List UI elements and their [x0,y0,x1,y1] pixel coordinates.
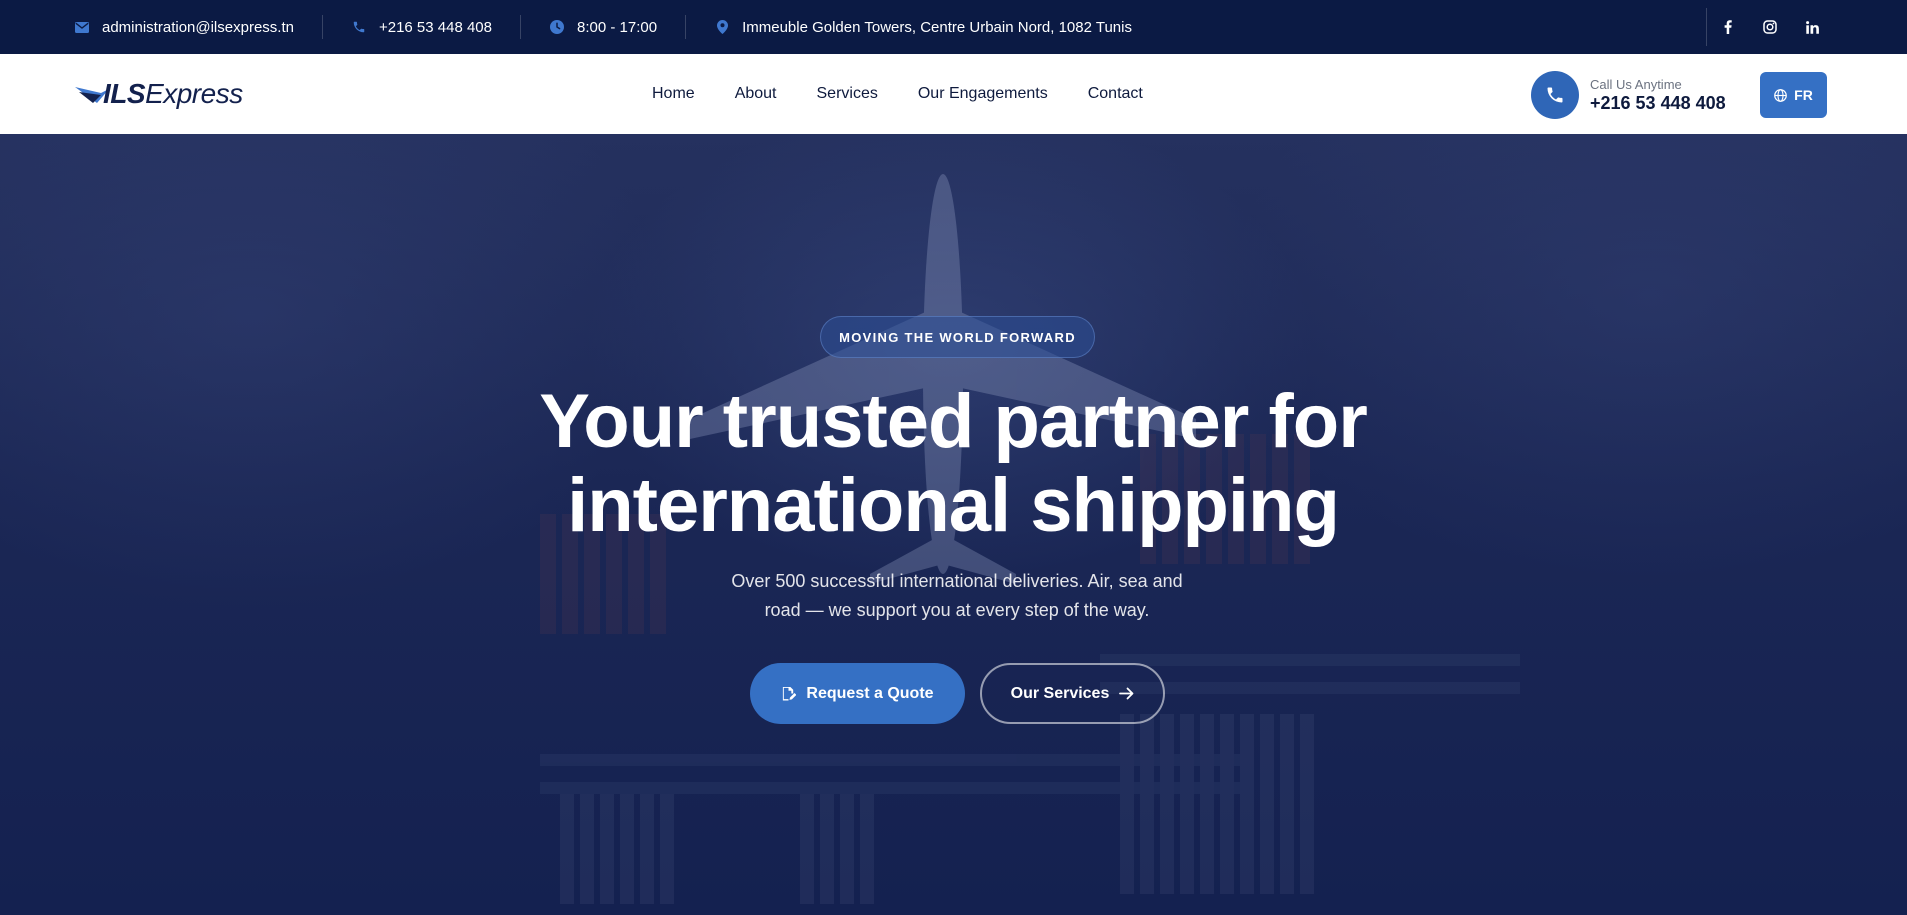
topbar-phone[interactable]: +216 53 448 408 [351,0,492,54]
nav-our-engagements[interactable]: Our Engagements [918,85,1048,103]
phone-icon [351,19,367,35]
topbar-hours: 8:00 - 17:00 [549,0,657,54]
hero-badge: MOVING THE WORLD FORWARD [820,316,1095,358]
request-quote-button[interactable]: Request a Quote [750,663,965,724]
nav-home[interactable]: Home [652,85,695,103]
arrow-right-icon [1119,687,1134,700]
hero-subtitle: Over 500 successful international delive… [731,571,1183,620]
topbar-phone-text: +216 53 448 408 [378,18,492,36]
topbar-address: Immeuble Golden Towers, Centre Urbain No… [714,0,1132,54]
topbar-divider [321,15,323,39]
map-pin-icon [714,19,730,35]
language-switch-button[interactable]: FR [1760,72,1827,118]
logo-text: ILSExpress [103,78,243,109]
ils-express-logo[interactable]: ILSExpress [75,72,250,116]
topbar-divider [685,15,687,39]
instagram-icon[interactable] [1749,0,1791,54]
topbar-email[interactable]: administration@ilsexpress.tn [74,0,294,54]
request-quote-label: Request a Quote [806,684,934,702]
envelope-icon [74,19,90,35]
nav-services[interactable]: Services [817,85,878,103]
topbar-divider [520,15,521,39]
our-services-label: Our Services [1010,684,1110,702]
call-us-block[interactable]: Call Us Anytime +216 53 448 408 [1531,71,1726,119]
topbar-email-text: administration@ilsexpress.tn [102,18,294,36]
nav-contact[interactable]: Contact [1088,85,1143,103]
call-label: Call Us Anytime [1590,76,1682,92]
linkedin-icon[interactable] [1791,0,1833,54]
social-links [1706,0,1833,54]
call-text: Call Us Anytime +216 53 448 408 [1590,77,1726,114]
our-services-button[interactable]: Our Services [980,663,1165,724]
call-number: +216 53 448 408 [1590,92,1726,113]
nav-about[interactable]: About [735,85,777,103]
top-info-bar: administration@ilsexpress.tn +216 53 448… [0,0,1907,54]
hero-title-line-1: Your trusted partner for [539,379,1368,464]
topbar-hours-text: 8:00 - 17:00 [577,18,658,36]
facebook-icon[interactable] [1707,0,1749,54]
topbar-address-text: Immeuble Golden Towers, Centre Urbain No… [742,18,1132,36]
main-header: ILSExpress Home About Services Our Engag… [0,54,1907,134]
phone-circle-icon [1531,71,1579,119]
hero-title: Your trusted partner for international s… [453,380,1453,548]
main-nav: Home About Services Our Engagements Cont… [652,54,1143,134]
language-label: FR [1794,87,1813,103]
quote-doc-icon [781,686,797,701]
hero-section: MOVING THE WORLD FORWARD Your trusted pa… [0,134,1907,915]
hero-title-line-2: international shipping [567,463,1340,548]
clock-icon [549,19,565,35]
globe-icon [1774,88,1788,102]
